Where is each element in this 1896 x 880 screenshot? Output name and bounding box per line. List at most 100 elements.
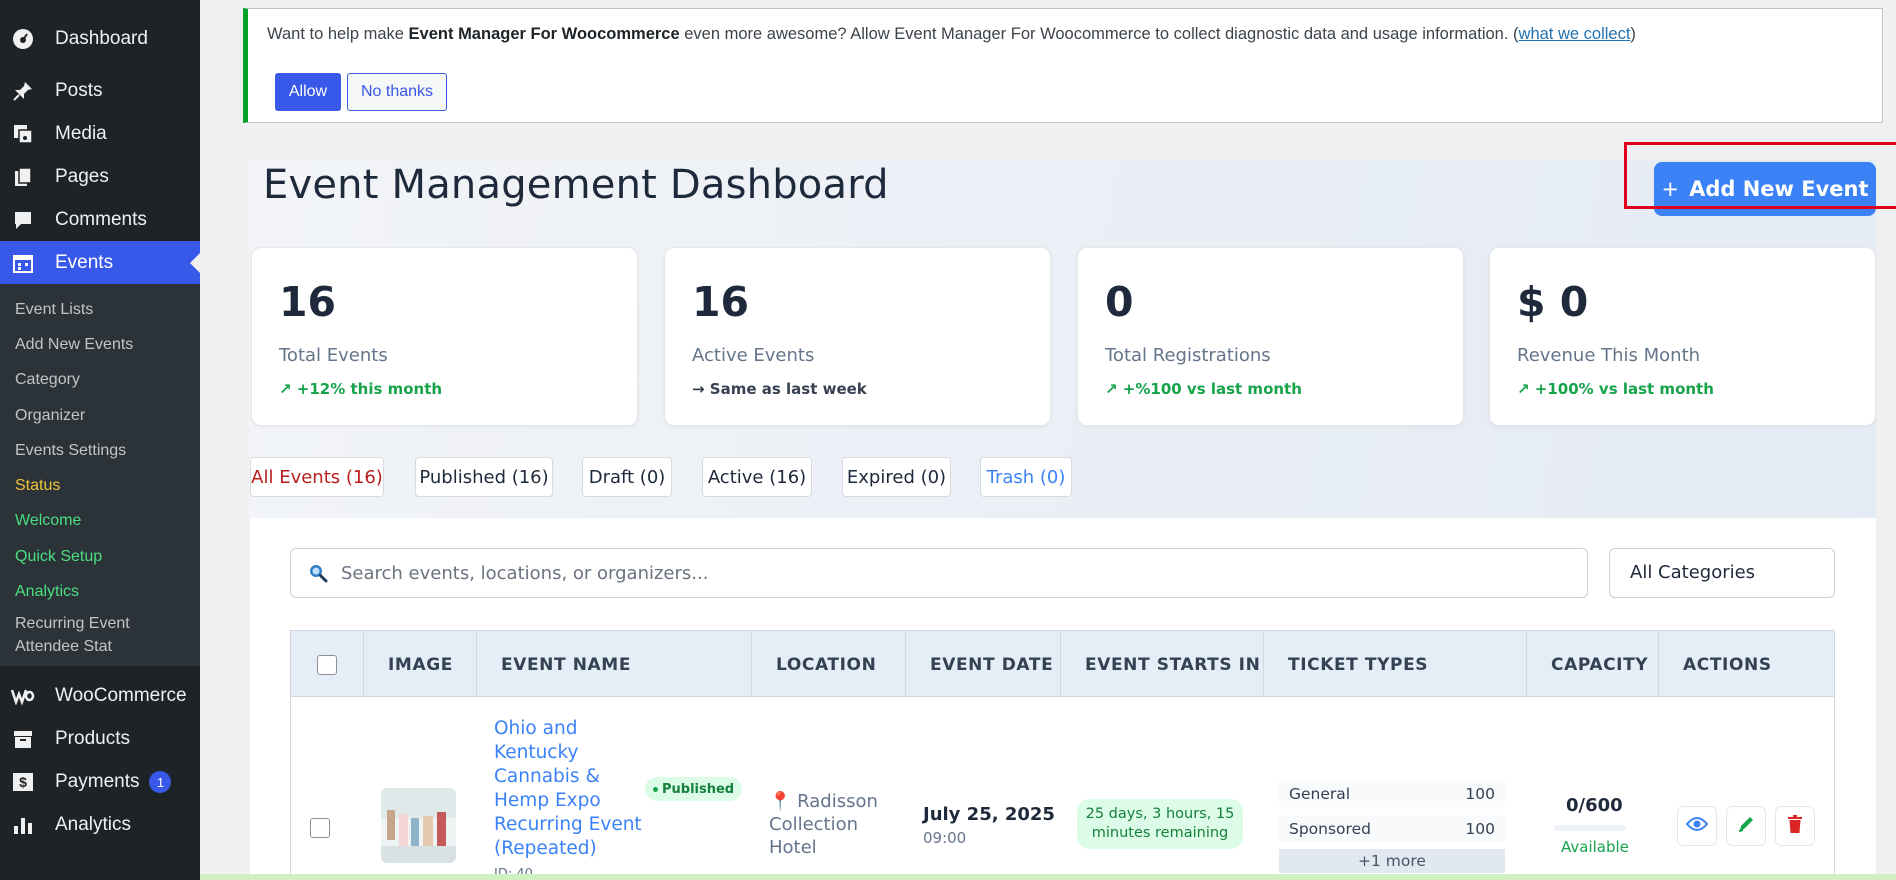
stat-card-total-events: 16 Total Events ↗ +12% this month — [251, 247, 638, 426]
event-name-link[interactable]: Ohio and Kentucky Cannabis & Hemp Expo R… — [494, 717, 644, 861]
filter-published[interactable]: Published (16) — [415, 457, 553, 497]
menu-events[interactable]: Events — [0, 241, 200, 284]
ticket-type-row: General 100 — [1279, 780, 1505, 807]
menu-analytics[interactable]: Analytics — [0, 804, 200, 847]
capacity-value: 0/600 — [1566, 795, 1623, 816]
submenu-welcome[interactable]: Welcome — [0, 504, 200, 539]
filter-trash[interactable]: Trash (0) — [980, 457, 1072, 497]
admin-sidebar: Dashboard Posts Media Pages Comments Eve… — [0, 0, 200, 880]
stat-label: Total Events — [279, 345, 388, 366]
header-location: LOCATION — [751, 631, 905, 698]
menu-payments[interactable]: $ Payments 1 — [0, 761, 200, 804]
bar-chart-icon — [10, 812, 36, 838]
menu-label: Comments — [55, 208, 147, 230]
archive-icon — [10, 726, 36, 752]
menu-media[interactable]: Media — [0, 112, 200, 155]
stat-trend: ↗ +%100 vs last month — [1105, 380, 1302, 398]
stat-card-active-events: 16 Active Events → Same as last week — [664, 247, 1051, 426]
edit-button[interactable] — [1726, 806, 1766, 846]
search-placeholder: Search events, locations, or organizers.… — [341, 563, 709, 584]
trash-icon — [1787, 814, 1803, 838]
what-we-collect-link[interactable]: what we collect — [1519, 25, 1631, 43]
event-date: July 25, 2025 — [923, 804, 1055, 825]
menu-woocommerce[interactable]: WooCommerce — [0, 675, 200, 718]
countdown-badge: 25 days, 3 hours, 15 minutes remaining — [1077, 799, 1243, 849]
pin-icon — [10, 78, 36, 104]
filter-all-events[interactable]: All Events (16) — [250, 457, 384, 497]
header-image: IMAGE — [363, 631, 476, 698]
submenu-quick-setup[interactable]: Quick Setup — [0, 539, 200, 574]
status-label: Published — [662, 781, 735, 797]
menu-label: Dashboard — [55, 27, 148, 49]
comment-icon — [10, 207, 36, 233]
header-event-starts-in: EVENT STARTS IN — [1060, 631, 1263, 698]
allow-button[interactable]: Allow — [275, 73, 341, 111]
menu-label: Analytics — [55, 814, 132, 836]
location-pin-icon: 📍 — [769, 791, 792, 812]
row-checkbox[interactable] — [310, 818, 330, 838]
category-select[interactable]: All Categories — [1609, 548, 1835, 598]
stat-label: Total Registrations — [1105, 345, 1271, 366]
dashboard-icon — [10, 26, 36, 52]
more-tickets-button[interactable]: +1 more — [1279, 849, 1505, 873]
submenu-recurring-attendee-stat[interactable]: Recurring Event Attendee Stat — [0, 610, 200, 658]
stat-card-total-registrations: 0 Total Registrations ↗ +%100 vs last mo… — [1077, 247, 1464, 426]
events-submenu: Event Lists Add New Events Category Orga… — [0, 284, 200, 666]
view-button[interactable] — [1677, 806, 1717, 846]
calendar-icon — [10, 250, 36, 276]
menu-label: Events — [55, 251, 114, 273]
stat-label: Active Events — [692, 345, 815, 366]
stat-trend: ↗ +12% this month — [279, 380, 443, 398]
menu-label: WooCommerce — [55, 685, 187, 707]
stat-value: 0 — [1105, 278, 1134, 326]
table-header: IMAGE EVENT NAME LOCATION EVENT DATE EVE… — [290, 630, 1835, 698]
submenu-status[interactable]: Status — [0, 468, 200, 503]
menu-label: Payments — [55, 771, 140, 793]
header-event-date: EVENT DATE — [905, 631, 1060, 698]
pencil-icon — [1737, 815, 1755, 838]
submenu-event-lists[interactable]: Event Lists — [0, 292, 200, 327]
menu-label: Pages — [55, 165, 109, 187]
menu-label: Products — [55, 728, 130, 750]
header-select-all-cell — [291, 631, 363, 698]
menu-posts[interactable]: Posts — [0, 69, 200, 112]
menu-label: Posts — [55, 79, 103, 101]
header-actions: ACTIONS — [1658, 631, 1834, 698]
no-thanks-button[interactable]: No thanks — [347, 73, 447, 111]
pages-icon — [10, 164, 36, 190]
stat-value: 16 — [279, 278, 337, 326]
svg-text:$: $ — [19, 774, 27, 790]
highlight-box — [1624, 142, 1896, 209]
select-all-checkbox[interactable] — [317, 654, 337, 675]
notice-message: Want to help make Event Manager For Wooc… — [267, 25, 1636, 43]
stat-label: Revenue This Month — [1517, 345, 1701, 366]
header-ticket-types: TICKET TYPES — [1263, 631, 1526, 698]
header-capacity: CAPACITY — [1526, 631, 1658, 698]
filter-draft[interactable]: Draft (0) — [582, 457, 672, 497]
filter-expired[interactable]: Expired (0) — [842, 457, 951, 497]
submenu-add-new-events[interactable]: Add New Events — [0, 327, 200, 362]
ticket-qty: 100 — [1465, 819, 1495, 838]
bottom-strip — [200, 874, 1896, 880]
delete-button[interactable] — [1775, 806, 1815, 846]
menu-products[interactable]: Products — [0, 718, 200, 761]
submenu-analytics[interactable]: Analytics — [0, 574, 200, 609]
submenu-category[interactable]: Category — [0, 363, 200, 398]
event-thumbnail[interactable] — [381, 788, 456, 863]
submenu-events-settings[interactable]: Events Settings — [0, 433, 200, 468]
search-input[interactable]: Search events, locations, or organizers.… — [290, 548, 1588, 598]
menu-dashboard[interactable]: Dashboard — [0, 17, 200, 60]
header-event-name: EVENT NAME — [476, 631, 751, 698]
event-time: 09:00 — [923, 829, 967, 847]
menu-comments[interactable]: Comments — [0, 198, 200, 241]
ticket-qty: 100 — [1465, 784, 1495, 803]
filter-active[interactable]: Active (16) — [702, 457, 812, 497]
payments-badge: 1 — [149, 771, 172, 794]
availability-label: Available — [1561, 838, 1629, 856]
diagnostic-notice: Want to help make Event Manager For Wooc… — [243, 8, 1883, 123]
submenu-organizer[interactable]: Organizer — [0, 398, 200, 433]
capacity-bar — [1554, 825, 1626, 831]
menu-pages[interactable]: Pages — [0, 155, 200, 198]
eye-icon — [1685, 816, 1709, 837]
page-title: Event Management Dashboard — [263, 162, 889, 208]
